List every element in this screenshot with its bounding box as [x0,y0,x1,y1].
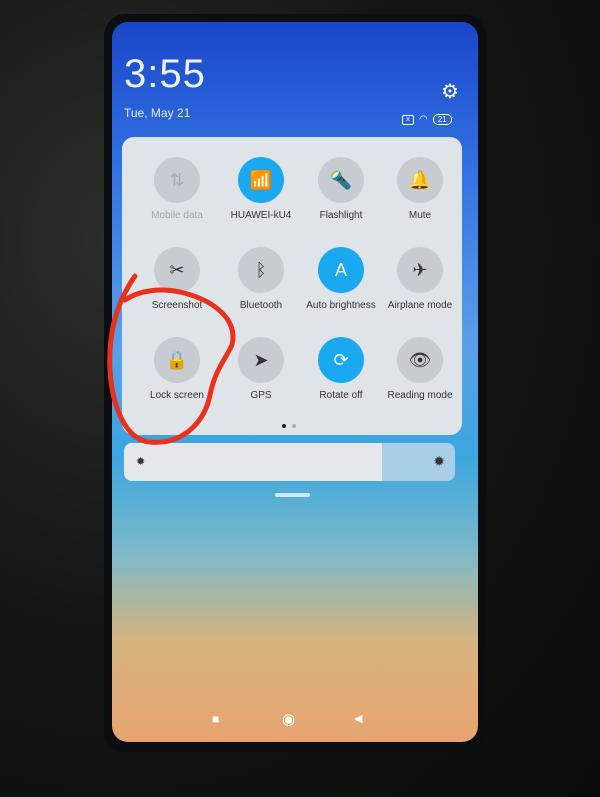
red-circle-annotation [107,273,236,445]
